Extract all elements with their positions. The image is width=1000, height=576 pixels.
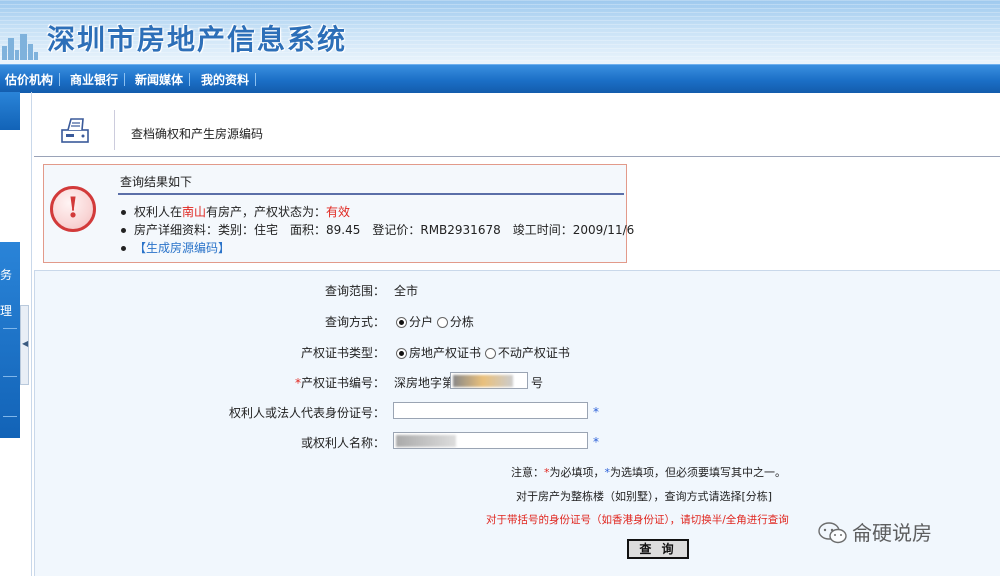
cert-type-label: 产权证书类型： [300, 346, 385, 360]
generate-code-link[interactable]: 【生成房源编码】 [134, 241, 230, 255]
nav-item-appraisal[interactable]: 估价机构 [5, 71, 53, 88]
radio-by-building[interactable] [436, 317, 448, 328]
method-label: 查询方式： [324, 315, 385, 329]
arrow-left-icon: ◀ [22, 339, 29, 348]
exclamation-icon: ! [50, 186, 96, 232]
result-list: 权利人在南山有房产，产权状态为：有效 房产详细资料：类别：住宅 面积：89.45… [118, 203, 634, 257]
redacted-text [453, 375, 513, 387]
status-value: 有效 [326, 205, 351, 219]
cert-no-prefix: 深房地字第 [394, 376, 455, 390]
radio-property-cert[interactable] [484, 348, 496, 359]
list-item: 【生成房源编码】 [118, 239, 634, 257]
list-item: 权利人在南山有房产，产权状态为：有效 [118, 203, 634, 221]
property-details: 房产详细资料：类别：住宅 面积：89.45 登记价：RMB2931678 竣工时… [134, 223, 635, 237]
owner-name-label: 或权利人名称： [300, 436, 385, 450]
page-header: 查档确权和产生房源编码 [34, 104, 1000, 157]
cert-no-label: *产权证书编号： [294, 376, 385, 390]
nav-item-bank[interactable]: 商业银行 [70, 71, 118, 88]
optional-mark: * [593, 405, 599, 419]
scope-value: 全市 [394, 284, 419, 298]
sidebar-block[interactable]: 务 理 [0, 242, 20, 438]
watermark: 侖硬说房 [818, 517, 932, 546]
cert-no-suffix: 号 [531, 376, 544, 390]
nav-item-media[interactable]: 新闻媒体 [135, 71, 183, 88]
note-line-2: 对于房产为整栋楼（如别墅），查询方式请选择[分栋] [516, 490, 773, 503]
list-item: 房产详细资料：类别：住宅 面积：89.45 登记价：RMB2931678 竣工时… [118, 221, 634, 239]
top-nav: 估价机构 商业银行 新闻媒体 我的资料 [0, 64, 1000, 93]
redacted-text [396, 435, 456, 447]
nav-item-profile[interactable]: 我的资料 [201, 71, 249, 88]
sidebar-block[interactable] [0, 92, 20, 130]
cert-no-input[interactable] [450, 372, 528, 389]
scope-label: 查询范围： [324, 284, 385, 298]
result-heading: 查询结果如下 [120, 175, 193, 189]
id-no-label: 权利人或法人代表身份证号： [228, 406, 385, 420]
nav-separator [59, 73, 60, 86]
id-no-input[interactable] [393, 402, 588, 419]
printer-icon [61, 118, 89, 143]
query-button[interactable]: 查 询 [627, 539, 689, 559]
wechat-icon [818, 522, 847, 544]
city-skyline-graphic [0, 30, 40, 60]
radio-realestate-cert[interactable] [396, 348, 407, 359]
nav-separator [255, 73, 256, 86]
nav-separator [124, 73, 125, 86]
district-name: 南山 [182, 205, 207, 219]
owner-name-input[interactable] [393, 432, 588, 449]
nav-separator [189, 73, 190, 86]
method-options: 分户 分栋 [396, 313, 474, 330]
sidebar: 务 理 [0, 92, 20, 576]
page-title: 查档确权和产生房源编码 [131, 127, 264, 141]
sidebar-item-label[interactable]: 务 [0, 266, 12, 283]
radio-by-unit[interactable] [396, 317, 407, 328]
sidebar-item-label[interactable]: 理 [0, 302, 12, 319]
query-result-panel: ! 查询结果如下 权利人在南山有房产，产权状态为：有效 房产详细资料：类别：住宅… [43, 164, 634, 263]
note-line-1: 注意：*为必填项，*为选填项，但必须要填写其中之一。 [511, 466, 786, 479]
note-line-3: 对于带括号的身份证号（如香港身份证），请切换半/全角进行查询 [486, 514, 789, 526]
optional-mark: * [593, 435, 599, 449]
app-title: 深圳市房地产信息系统 [47, 23, 348, 56]
app-header: 深圳市房地产信息系统 [0, 0, 1000, 64]
cert-type-options: 房地产权证书 不动产权证书 [396, 344, 570, 361]
sidebar-collapse-handle[interactable]: ◀ [20, 305, 29, 385]
